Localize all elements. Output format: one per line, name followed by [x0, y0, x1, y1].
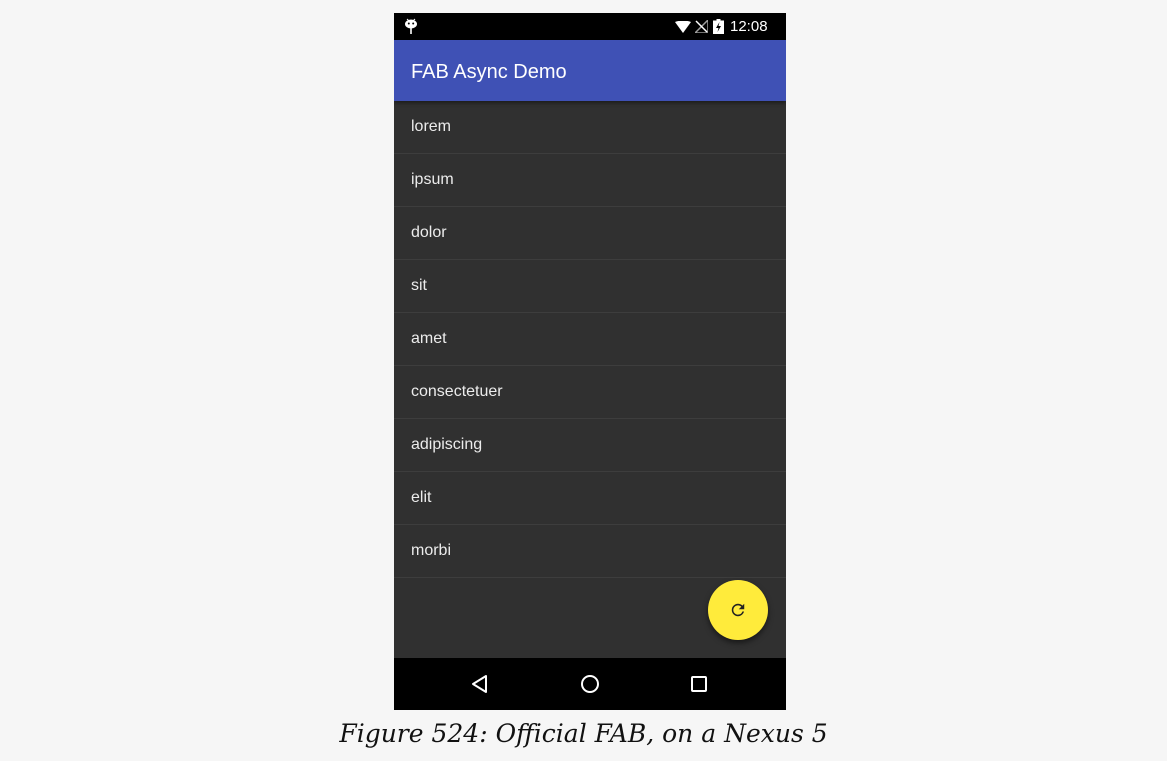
list-item-label: morbi [411, 542, 452, 559]
item-list: lorem ipsum dolor sit amet consectetuer … [394, 101, 786, 578]
android-notification-icon [405, 18, 417, 34]
refresh-fab-button[interactable] [708, 580, 768, 640]
recents-icon[interactable] [687, 672, 711, 696]
list-item[interactable]: lorem [394, 101, 786, 154]
list-item-label: dolor [411, 224, 447, 241]
list-item-label: sit [411, 277, 427, 294]
list-item-label: amet [411, 330, 447, 347]
list-item[interactable]: sit [394, 260, 786, 313]
list-item[interactable]: ipsum [394, 154, 786, 207]
list-item[interactable]: morbi [394, 525, 786, 578]
list-item[interactable]: consectetuer [394, 366, 786, 419]
figure-caption: Figure 524: Official FAB, on a Nexus 5 [339, 719, 828, 748]
phone-screen: 12:08 FAB Async Demo lorem ipsum dolor s… [394, 13, 786, 710]
status-clock: 12:08 [730, 18, 768, 35]
app-title: FAB Async Demo [411, 61, 567, 83]
list-item[interactable]: dolor [394, 207, 786, 260]
home-icon[interactable] [578, 672, 602, 696]
refresh-icon [731, 603, 745, 617]
no-signal-icon [695, 20, 708, 33]
list-item-label: elit [411, 489, 432, 506]
app-bar: FAB Async Demo [394, 40, 786, 101]
battery-charging-icon [713, 19, 724, 34]
back-icon[interactable] [468, 672, 492, 696]
list-item[interactable]: adipiscing [394, 419, 786, 472]
list-item[interactable]: elit [394, 472, 786, 525]
status-bar: 12:08 [394, 13, 786, 40]
list-item-label: lorem [411, 118, 452, 135]
list-item-label: ipsum [411, 171, 454, 188]
list-item-label: consectetuer [411, 383, 503, 400]
navigation-bar [394, 658, 786, 710]
list-item-label: adipiscing [411, 436, 483, 453]
list-item[interactable]: amet [394, 313, 786, 366]
wifi-icon [675, 21, 691, 33]
